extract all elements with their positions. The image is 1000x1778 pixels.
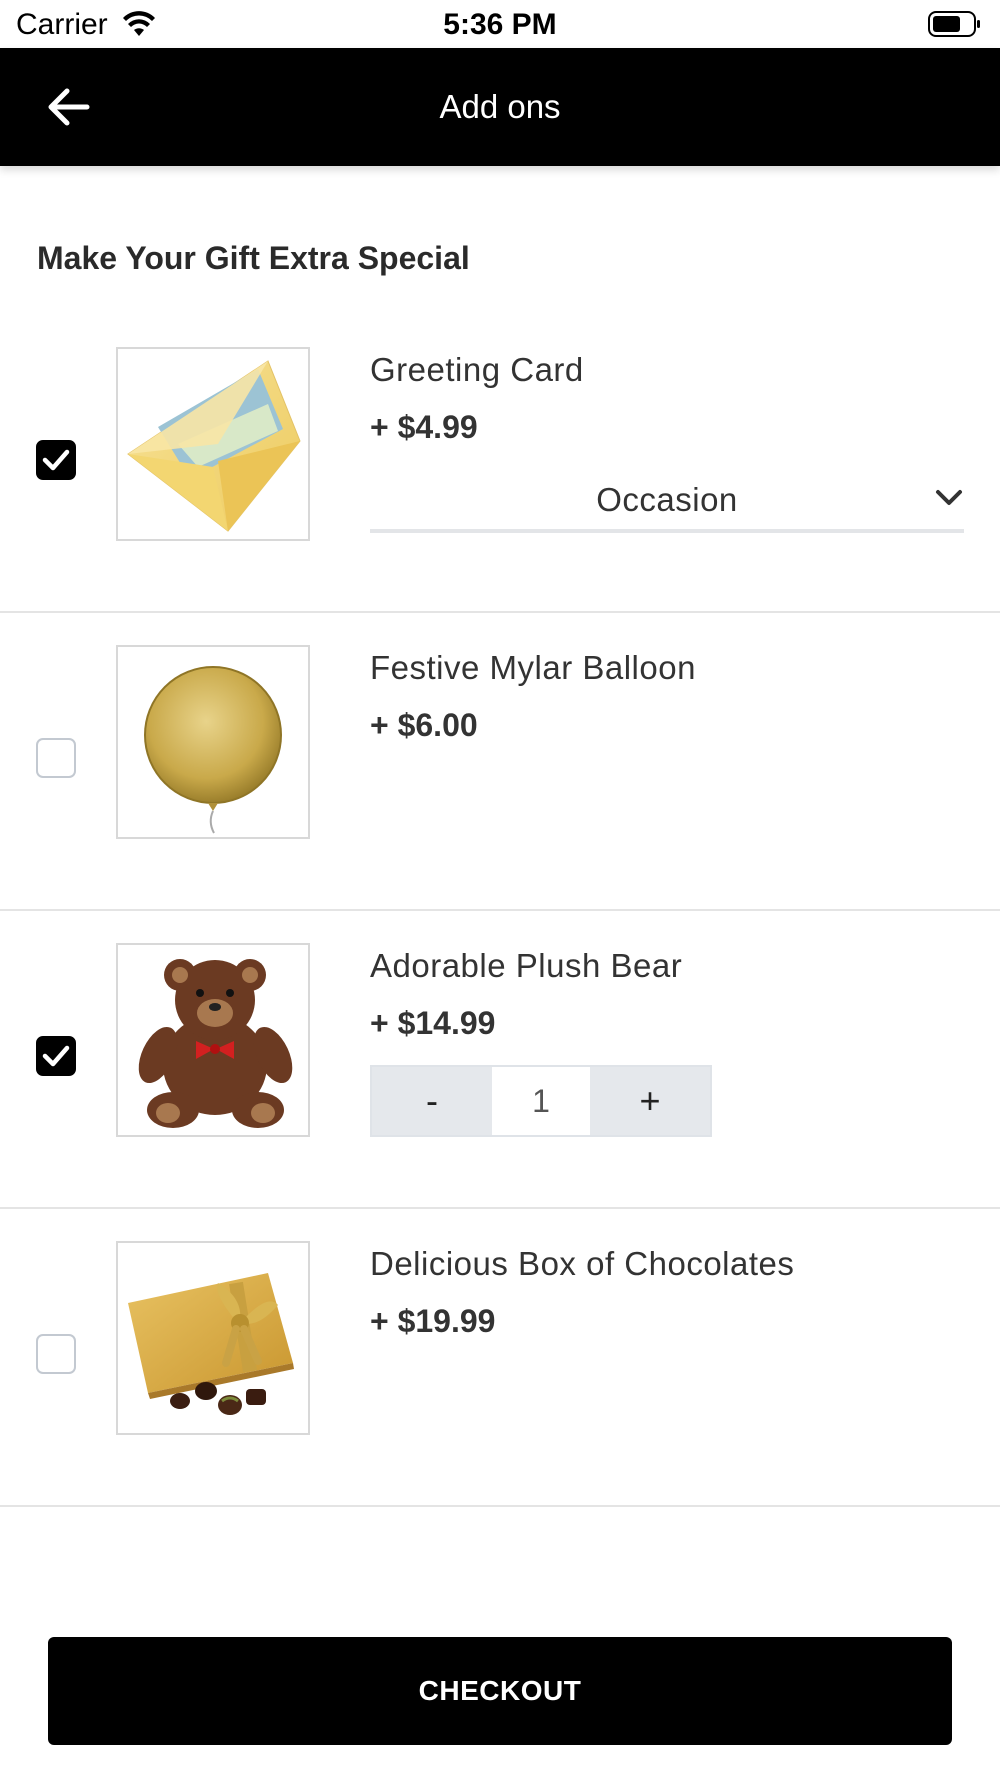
addon-checkbox-balloon[interactable] (36, 738, 76, 778)
addon-name: Delicious Box of Chocolates (370, 1245, 795, 1282)
balloon-image (116, 645, 310, 839)
checkout-button[interactable]: CHECKOUT (48, 1637, 952, 1745)
section-heading: Make Your Gift Extra Special (37, 240, 470, 276)
status-bar: Carrier 5:36 PM (0, 0, 1000, 48)
chevron-down-icon (936, 490, 962, 505)
addon-item-plush-bear: Adorable Plush Bear + $14.99 - 1 + (0, 911, 1000, 1209)
chocolate-box-image (116, 1241, 310, 1435)
addon-name: Adorable Plush Bear (370, 947, 683, 984)
decrement-button[interactable]: - (372, 1067, 492, 1135)
battery-icon (928, 11, 980, 37)
status-time: 5:36 PM (443, 8, 557, 41)
addon-name: Greeting Card (370, 351, 584, 388)
addon-name: Festive Mylar Balloon (370, 649, 696, 686)
greeting-card-image (116, 347, 310, 541)
addon-item-balloon: Festive Mylar Balloon + $6.00 (0, 613, 1000, 911)
increment-button[interactable]: + (590, 1067, 710, 1135)
addon-checkbox-greeting-card[interactable] (36, 440, 76, 480)
checkmark-icon (42, 449, 70, 471)
addon-checkbox-plush-bear[interactable] (36, 1036, 76, 1076)
addon-item-greeting-card: Greeting Card + $4.99 Occasion (0, 315, 1000, 613)
quantity-value[interactable]: 1 (492, 1067, 590, 1135)
occasion-select-label: Occasion (596, 481, 738, 518)
addon-checkbox-chocolates[interactable] (36, 1334, 76, 1374)
addon-price: + $19.99 (370, 1303, 496, 1339)
addon-price: + $6.00 (370, 707, 478, 743)
checkmark-icon (42, 1045, 70, 1067)
occasion-select[interactable]: Occasion (370, 475, 964, 533)
nav-bar: Add ons (0, 48, 1000, 166)
addon-price: + $4.99 (370, 409, 478, 445)
addon-price: + $14.99 (370, 1005, 496, 1041)
plush-bear-image (116, 943, 310, 1137)
quantity-stepper: - 1 + (370, 1065, 712, 1137)
page-title: Add ons (439, 88, 561, 125)
addon-item-chocolates: Delicious Box of Chocolates + $19.99 (0, 1209, 1000, 1507)
